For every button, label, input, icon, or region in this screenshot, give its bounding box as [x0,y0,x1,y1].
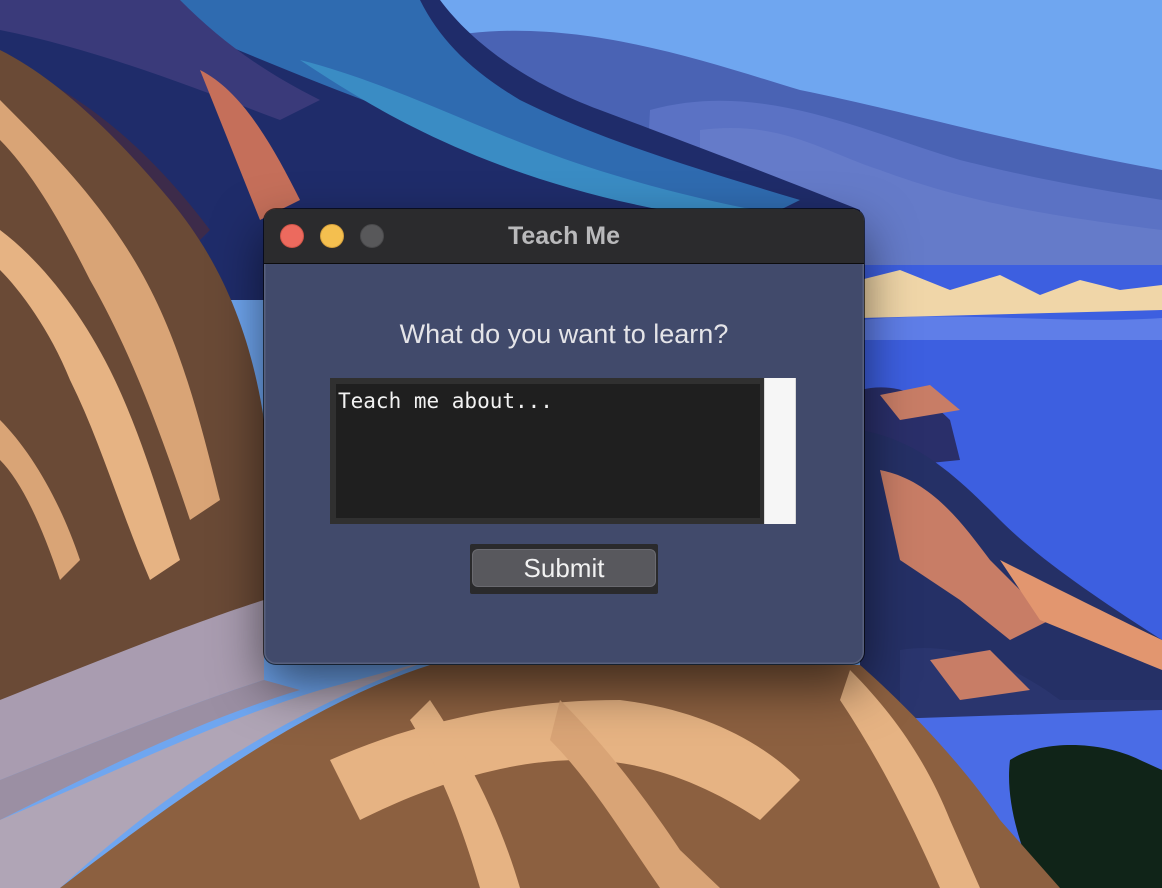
text-area-frame: Teach me about... [330,378,764,524]
submit-button[interactable]: Submit [472,549,656,587]
window-titlebar[interactable]: Teach Me [264,209,864,264]
text-area-scrollbar[interactable] [764,378,796,524]
teach-me-window: Teach Me What do you want to learn? Teac… [264,209,864,664]
topic-text-area[interactable]: Teach me about... [336,384,760,518]
window-title: Teach Me [507,222,621,250]
prompt-label: What do you want to learn? [399,319,729,349]
submit-button-frame: Submit [470,544,658,594]
